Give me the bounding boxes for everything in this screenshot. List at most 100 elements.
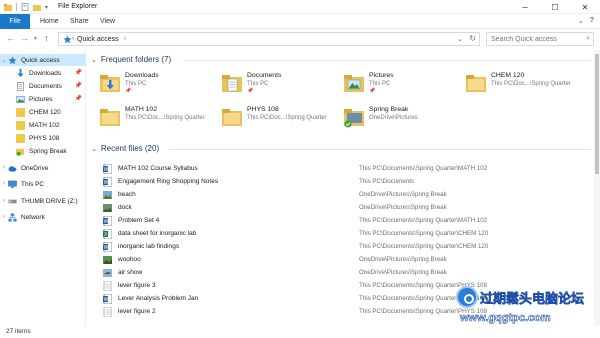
toolbar-separator [16, 3, 17, 11]
file-name: inorganic lab findings [118, 243, 180, 250]
back-arrow-icon[interactable]: ← [6, 33, 15, 43]
expand-chevron-icon[interactable]: › [0, 198, 8, 204]
sidebar-item-documents[interactable]: Documents 📌 [0, 80, 86, 92]
section-divider [169, 149, 591, 150]
title-bar: ▾ File Explorer ─ ☐ ✕ [0, 0, 600, 14]
frequent-folder-tile[interactable]: Downloads This PC 📌 [91, 70, 209, 98]
file-path: This PC\Documents\Spring Quarter\MATH 10… [359, 165, 488, 172]
frequent-folders-header[interactable]: ⌄ Frequent folders (7) [91, 55, 171, 64]
sidebar-item-label: Downloads [29, 69, 62, 77]
folder-icon [16, 120, 25, 130]
customize-toolbar-icon[interactable]: ▾ [45, 4, 48, 11]
folder-icon [222, 109, 242, 126]
expand-chevron-icon[interactable]: › [0, 165, 8, 171]
sidebar-item-phys-108[interactable]: PHYS 108 [0, 132, 86, 144]
recent-file-row[interactable]: W Engagement Ring Shopping Notes This PC… [101, 176, 591, 188]
frequent-folder-tile[interactable]: MATH 102 This PC\Doc...\Spring Quarter [91, 104, 209, 132]
address-bar[interactable]: › Quick access › ⌄ ↻ [58, 32, 480, 46]
image-file-icon [103, 256, 112, 264]
tab-view[interactable]: View [92, 14, 123, 29]
file-path: This PC\Documents\Spring Quarter\CHEM 12… [359, 230, 489, 237]
expand-chevron-icon[interactable]: › [0, 214, 8, 220]
frequent-folder-tile[interactable]: Spring Break OneDrive\Pictures [335, 104, 453, 132]
file-path: This PC\Documents\Spring Quarter\MATH 10… [359, 217, 488, 224]
word-document-icon: W [103, 294, 112, 304]
close-button[interactable]: ✕ [570, 0, 600, 14]
watermark-url: www.gqgtpc.com [460, 312, 551, 325]
file-name: Lever Analysis Problem Jan [118, 295, 199, 302]
sidebar-item-label: Network [21, 213, 45, 221]
search-input[interactable] [487, 33, 581, 45]
sidebar-item-downloads[interactable]: Downloads 📌 [0, 67, 86, 79]
recent-file-row[interactable]: W Problem Set 4 This PC\Documents\Spring… [101, 215, 591, 227]
search-icon: ⌕ [586, 35, 590, 42]
tile-path: This PC [125, 81, 147, 87]
collapse-chevron-icon[interactable]: ⌄ [91, 56, 97, 64]
usb-drive-icon [8, 199, 17, 203]
recent-file-row[interactable]: W MATH 102 Course Syllabus This PC\Docum… [101, 163, 591, 175]
recent-file-row[interactable]: woohoo OneDrive\Pictures\Spring Break [101, 254, 591, 266]
up-arrow-icon[interactable]: ↑ [44, 33, 49, 43]
sidebar-item-math-102[interactable]: MATH 102 [0, 119, 86, 131]
ribbon-tabs: File Home Share View ⌄ ? [0, 14, 600, 29]
recent-file-row[interactable]: X data sheet for inorganic lab This PC\D… [101, 228, 591, 240]
folder-icon [16, 107, 25, 117]
sidebar-item-quick-access[interactable]: ⌄ Quick access [0, 54, 86, 66]
breadcrumb-separator-icon: › [72, 36, 74, 42]
sidebar-item-this-pc[interactable]: › This PC [0, 178, 86, 190]
watermark-logo-icon [456, 286, 478, 308]
sidebar-item-pictures[interactable]: Pictures 📌 [0, 93, 86, 105]
word-document-icon: W [103, 164, 112, 174]
tile-name: Spring Break [369, 106, 409, 113]
svg-text:W: W [104, 297, 109, 303]
recent-file-row[interactable]: air show OneDrive\Pictures\Spring Break [101, 267, 591, 279]
sidebar-item-thumb-drive[interactable]: › THUMB DRIVE (Z:) [0, 195, 86, 207]
file-path: OneDrive\Pictures\Spring Break [359, 256, 447, 263]
expand-chevron-icon[interactable]: › [0, 181, 8, 187]
recent-file-row[interactable]: W inorganic lab findings This PC\Documen… [101, 241, 591, 253]
synced-folder-icon [344, 109, 364, 128]
breadcrumb-chevron-icon[interactable]: › [124, 36, 126, 42]
file-name: beach [118, 191, 136, 198]
recent-locations-icon[interactable]: ▾ [34, 35, 37, 42]
sidebar-item-chem-120[interactable]: CHEM 120 [0, 106, 86, 118]
scrollbar-thumb[interactable] [595, 54, 599, 174]
pin-icon[interactable]: 📌 [75, 95, 82, 102]
frequent-folder-tile[interactable]: PHYS 108 This PC\Doc...\Spring Quarter [213, 104, 331, 132]
tab-file[interactable]: File [0, 14, 30, 29]
maximize-button[interactable]: ☐ [540, 0, 570, 14]
excel-workbook-icon: X [103, 229, 112, 239]
pin-icon[interactable]: 📌 [75, 82, 82, 89]
sidebar-item-onedrive[interactable]: › OneDrive [0, 162, 86, 174]
address-dropdown-icon[interactable]: ⌄ [457, 35, 463, 43]
search-box[interactable]: ⌕ [486, 32, 594, 46]
sidebar-item-label: Quick access [21, 56, 60, 64]
pin-icon[interactable]: 📌 [75, 69, 82, 76]
collapse-chevron-icon[interactable]: ⌄ [91, 145, 97, 153]
navigation-pane: ⌄ Quick access Downloads 📌 Documents 📌 P… [0, 50, 86, 326]
breadcrumb-quick-access[interactable]: Quick access [77, 36, 119, 43]
help-icon[interactable]: ? [590, 17, 594, 25]
frequent-folder-tile[interactable]: CHEM 120 This PC\Doc...\Spring Quarter [457, 70, 575, 98]
sidebar-item-network[interactable]: › Network [0, 211, 86, 223]
sidebar-item-spring-break[interactable]: Spring Break [0, 145, 86, 157]
recent-file-row[interactable]: dock OneDrive\Pictures\Spring Break [101, 202, 591, 214]
recent-file-row[interactable]: beach OneDrive\Pictures\Spring Break [101, 189, 591, 201]
properties-icon[interactable] [21, 3, 29, 11]
refresh-icon[interactable]: ↻ [469, 34, 476, 43]
frequent-folder-tile[interactable]: Pictures This PC 📌 [335, 70, 453, 98]
recent-files-header[interactable]: ⌄ Recent files (20) [91, 144, 159, 153]
expand-chevron-icon[interactable]: ⌄ [0, 57, 8, 64]
expand-ribbon-icon[interactable]: ⌄ [578, 17, 584, 25]
synced-folder-icon [16, 148, 25, 156]
forward-arrow-icon[interactable]: → [20, 33, 29, 43]
file-name: lever figure 2 [118, 308, 156, 315]
image-file-icon [103, 191, 112, 199]
tile-path: This PC\Doc...\Spring Quarter [125, 115, 205, 121]
folder-icon [16, 133, 25, 143]
image-file-icon [103, 204, 112, 212]
document-file-icon [103, 281, 112, 291]
new-folder-icon[interactable] [33, 3, 41, 11]
frequent-folder-tile[interactable]: Documents This PC 📌 [213, 70, 331, 98]
minimize-button[interactable]: ─ [510, 0, 540, 14]
